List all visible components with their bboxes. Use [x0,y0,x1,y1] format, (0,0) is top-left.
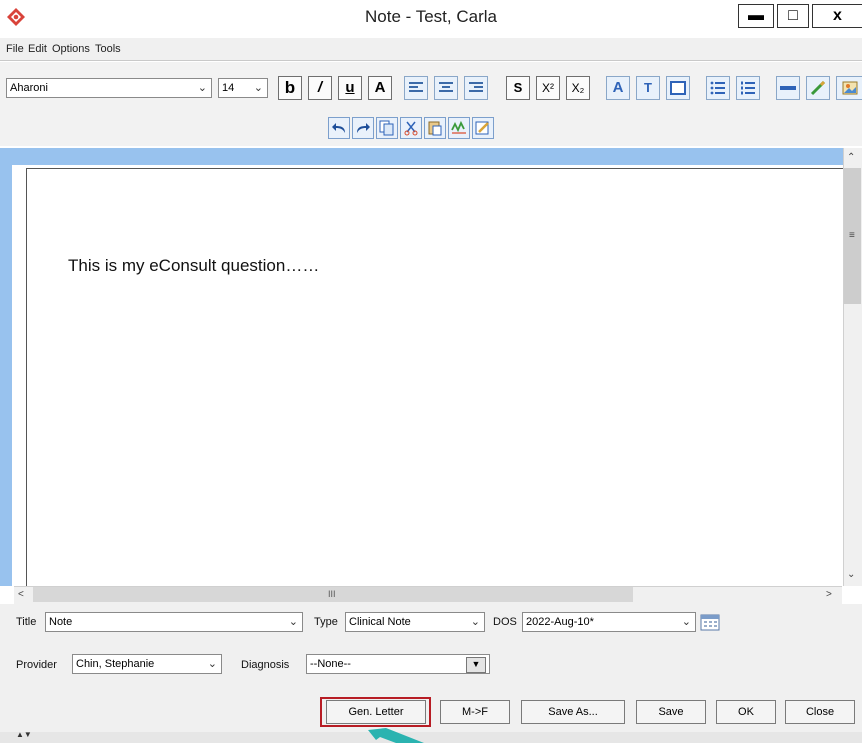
menu-edit[interactable]: Edit [28,43,47,55]
chevron-down-icon: ⌄ [681,616,691,628]
pen-button[interactable] [806,76,830,100]
bullet-list-button[interactable] [706,76,730,100]
edit-button[interactable] [472,117,494,139]
dropdown-arrow-icon[interactable]: ▼ [466,657,486,673]
superscript-button[interactable]: X² [536,76,560,100]
save-button[interactable]: Save [636,700,706,724]
spellcheck-icon [451,120,466,134]
edit-icon [475,121,489,135]
chevron-down-icon: ⌄ [253,82,263,94]
minimize-button[interactable]: ▬ [738,4,774,28]
diagnosis-label: Diagnosis [241,659,290,671]
bold-button[interactable]: b [278,76,302,100]
status-bar [0,732,862,743]
bullet-list-icon [710,81,725,95]
textbox-button[interactable]: T [636,76,660,100]
editor-frame-top [0,148,862,165]
cut-icon [404,121,418,136]
gen-letter-button[interactable]: Gen. Letter [326,700,426,724]
font-color-button[interactable]: A [368,76,392,100]
scroll-right-icon[interactable]: > [826,589,832,600]
undo-icon [332,123,345,133]
menu-bar: File Edit Options Tools [0,38,862,61]
title-label: Title [16,616,37,628]
scroll-grip-icon: ≡ [849,230,855,241]
align-left-button[interactable] [404,76,428,100]
dos-label: DOS [493,616,517,628]
scroll-up-icon[interactable]: ⌃ [847,152,855,163]
paste-button[interactable] [424,117,446,139]
provider-label: Provider [16,659,57,671]
expand-collapse-icon[interactable]: ▲▼ [16,730,32,739]
redo-button[interactable] [352,117,374,139]
horizontal-rule-button[interactable] [776,76,800,100]
menu-options[interactable]: Options [52,43,90,55]
numbered-list-icon [741,81,755,95]
font-size-value: 14 [222,82,235,94]
note-body-text: This is my eConsult question…… [68,256,320,275]
menu-tools[interactable]: Tools [95,43,121,55]
cut-button[interactable] [400,117,422,139]
calendar-icon[interactable] [700,613,720,631]
align-center-button[interactable] [434,76,458,100]
strikethrough-button[interactable]: S [506,76,530,100]
note-editor[interactable] [26,168,843,587]
italic-button[interactable]: / [308,76,332,100]
insert-image-button[interactable] [836,76,862,100]
editor-frame-left [0,148,12,586]
menu-file[interactable]: File [6,43,24,55]
font-family-select[interactable]: Aharoni ⌄ [6,78,212,98]
font-family-value: Aharoni [10,82,48,94]
align-left-icon [409,82,423,92]
chevron-down-icon: ⌄ [197,82,207,94]
numbered-list-button[interactable] [736,76,760,100]
font-size-select[interactable]: 14 ⌄ [218,78,268,98]
align-right-button[interactable] [464,76,488,100]
spellcheck-button[interactable] [448,117,470,139]
underline-button[interactable]: u [338,76,362,100]
ok-button[interactable]: OK [716,700,776,724]
type-value: Clinical Note [349,616,411,628]
diagnosis-select[interactable]: --None-- ▼ [306,654,490,674]
save-as-button[interactable]: Save As... [521,700,625,724]
scroll-left-icon[interactable]: < [18,589,24,600]
align-center-icon [439,82,453,92]
chevron-down-icon: ⌄ [288,616,298,628]
chevron-down-icon: ⌄ [470,616,480,628]
m-to-f-button[interactable]: M->F [440,700,510,724]
border-icon [670,81,686,95]
copy-button[interactable] [376,117,398,139]
pen-icon [810,80,826,96]
maximize-button[interactable]: □ [777,4,809,28]
pointer-arrow-icon [368,728,424,743]
formatting-toolbar: Aharoni ⌄ 14 ⌄ b / u A S X² X₂ A T [0,62,862,146]
title-value: Note [49,616,73,628]
close-window-button[interactable]: x [812,4,862,28]
type-label: Type [314,616,338,628]
dos-value: 2022-Aug-10* [526,616,594,628]
provider-value: Chin, Stephanie [76,658,155,670]
horizontal-rule-icon [780,86,796,90]
title-select[interactable]: Note ⌄ [45,612,303,632]
copy-icon [379,120,394,136]
align-right-icon [469,82,483,92]
type-select[interactable]: Clinical Note ⌄ [345,612,485,632]
diagnosis-value: --None-- [310,658,351,670]
chevron-down-icon: ⌄ [207,658,217,670]
close-button[interactable]: Close [785,700,855,724]
provider-select[interactable]: Chin, Stephanie ⌄ [72,654,222,674]
dos-date-select[interactable]: 2022-Aug-10* ⌄ [522,612,696,632]
scroll-grip-icon: III [328,589,336,599]
window-title: Note - Test, Carla [365,7,497,26]
subscript-button[interactable]: X₂ [566,76,590,100]
image-icon [842,81,857,95]
redo-icon [357,123,370,133]
undo-button[interactable] [328,117,350,139]
paste-icon [428,121,442,136]
border-button[interactable] [666,76,690,100]
scroll-down-icon[interactable]: ⌄ [847,569,855,580]
highlight-button[interactable]: A [606,76,630,100]
